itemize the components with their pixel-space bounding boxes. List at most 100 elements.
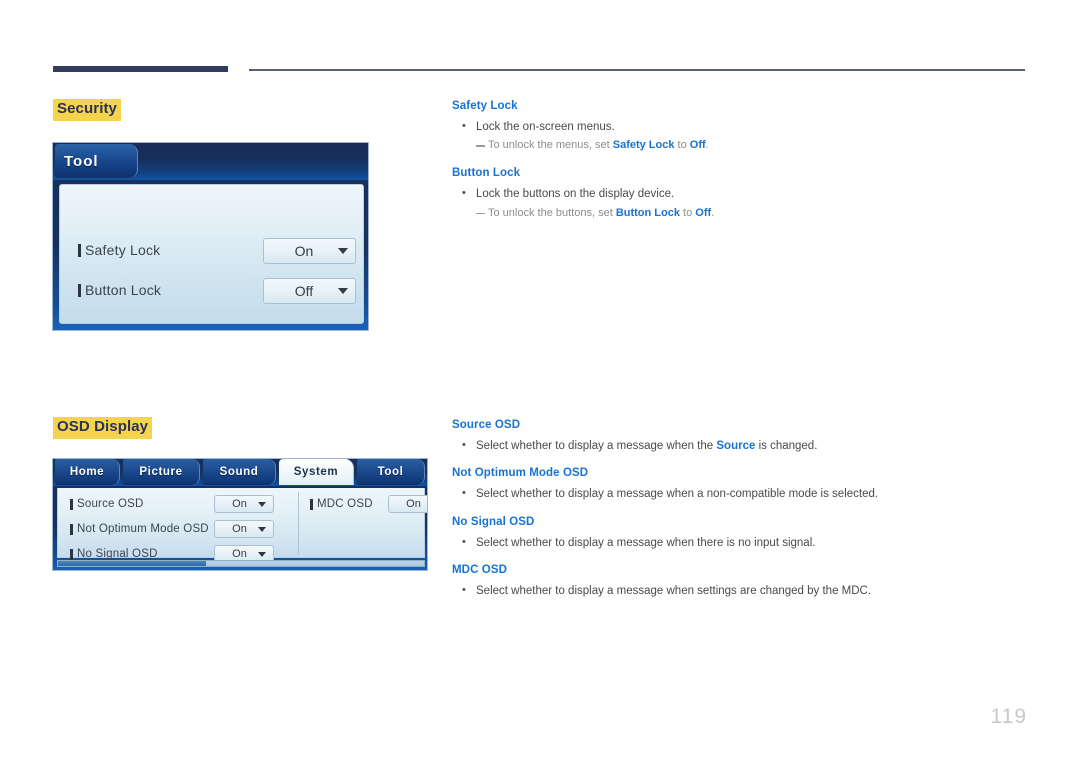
doc-bullet-text: Select whether to display a message when…	[476, 488, 879, 501]
chevron-down-icon	[338, 288, 348, 294]
osd-dropdown-value: On	[232, 498, 247, 510]
doc-note-pre: To unlock the buttons, set	[488, 206, 616, 219]
osd-dropdown-mdc-osd[interactable]: On	[388, 495, 427, 513]
osd-panel-tool-body: Safety Lock On Button Lock Off	[59, 184, 364, 324]
doc-note-post: .	[711, 206, 715, 219]
osd-panel-tool: Tool Safety Lock On Button Lock Off	[52, 142, 369, 331]
doc-note-post: .	[705, 139, 709, 152]
osd-label-text: No Signal OSD	[77, 548, 158, 560]
osd-row-safety-lock: Safety Lock	[78, 242, 160, 258]
doc-term-not-optimum-mode-osd: Not Optimum Mode OSD	[452, 467, 589, 480]
osd-row-no-signal-osd: No Signal OSD	[70, 548, 158, 560]
doc-note-term: Button Lock	[615, 206, 680, 219]
osd-label-text: Safety Lock	[85, 242, 161, 258]
doc-bullet-text: Lock the on-screen menus.	[476, 120, 615, 133]
bullet-tick-icon	[78, 283, 81, 297]
osd-label-not-optimum-mode-osd: Not Optimum Mode OSD	[70, 523, 209, 535]
doc-bullet-pre: Select whether to display a message when…	[476, 439, 717, 452]
doc-note-value: Off	[689, 139, 706, 152]
osd-row-source-osd: Source OSD	[70, 498, 144, 510]
osd-row-not-optimum-mode-osd: Not Optimum Mode OSD	[70, 523, 209, 535]
doc-note-pre: To unlock the menus, set	[488, 139, 613, 152]
osd-label-text: Button Lock	[85, 282, 162, 298]
doc-note-text: To unlock the menus, set Safety Lock to …	[488, 138, 709, 154]
bullet-dot-icon: •	[462, 487, 466, 500]
doc-note-mid: to	[679, 206, 696, 219]
osd-label-mdc-osd: MDC OSD	[310, 498, 373, 510]
em-dash-icon	[476, 145, 485, 147]
doc-note-value: Off	[695, 206, 712, 219]
osd-label-text: Source OSD	[77, 498, 144, 510]
osd-dropdown-value: On	[294, 243, 314, 259]
osd-row-button-lock: Button Lock	[78, 282, 161, 298]
header-rule-thick	[53, 66, 228, 72]
doc-note: To unlock the menus, set Safety Lock to …	[452, 138, 1042, 154]
section-heading-osd-display: OSD Display	[53, 417, 153, 439]
doc-column-security: Safety Lock • Lock the on-screen menus. …	[452, 100, 1042, 225]
osd-dropdown-value: On	[232, 523, 247, 535]
doc-note: To unlock the buttons, set Button Lock t…	[452, 206, 1042, 222]
bullet-dot-icon: •	[462, 187, 466, 200]
doc-note-term: Safety Lock	[612, 139, 675, 152]
doc-bullet-text: Select whether to display a message when…	[476, 585, 872, 598]
page-number: 119	[990, 705, 1027, 728]
horizontal-scrollbar[interactable]	[57, 560, 425, 567]
bullet-tick-icon	[70, 498, 73, 510]
osd-label-text: MDC OSD	[317, 498, 373, 510]
doc-bullet: • Select whether to display a message wh…	[452, 535, 1042, 552]
doc-column-osd-display: Source OSD • Select whether to display a…	[452, 419, 1042, 603]
doc-bullet-text: Select whether to display a message when…	[476, 536, 816, 549]
doc-note-text: To unlock the buttons, set Button Lock t…	[488, 206, 714, 222]
chevron-down-icon	[258, 501, 266, 507]
doc-bullet-text: Select whether to display a message when…	[476, 438, 817, 455]
doc-term-safety-lock: Safety Lock	[452, 100, 518, 112]
bullet-dot-icon: •	[462, 584, 466, 597]
osd-column-divider	[298, 492, 299, 554]
doc-bullet-post: is changed.	[755, 439, 818, 452]
osd-tab-tool[interactable]: Tool	[357, 459, 425, 485]
osd-tab-home[interactable]: Home	[55, 459, 120, 485]
bullet-dot-icon: •	[462, 438, 466, 451]
osd-tab-sound[interactable]: Sound	[203, 459, 276, 485]
doc-bullet: • Select whether to display a message wh…	[452, 583, 1042, 600]
osd-label-source-osd: Source OSD	[70, 498, 144, 510]
osd-label-safety-lock: Safety Lock	[78, 242, 160, 258]
doc-bullet-text: Lock the buttons on the display device.	[476, 188, 675, 201]
osd-dropdown-safety-lock[interactable]: On	[263, 238, 356, 264]
osd-dropdown-value: On	[406, 498, 421, 510]
osd-dropdown-button-lock[interactable]: Off	[263, 278, 356, 304]
doc-bullet: • Lock the on-screen menus.	[452, 119, 1042, 136]
osd-label-text: Not Optimum Mode OSD	[77, 523, 209, 535]
doc-bullet: • Select whether to display a message wh…	[452, 438, 1042, 455]
doc-note-mid: to	[674, 139, 690, 152]
osd-dropdown-not-optimum-mode-osd[interactable]: On	[214, 520, 274, 538]
osd-dropdown-value: On	[232, 548, 247, 560]
doc-bullet: • Select whether to display a message wh…	[452, 486, 1042, 503]
osd-row-mdc-osd: MDC OSD	[310, 498, 373, 510]
osd-tab-system[interactable]: System	[279, 459, 354, 485]
osd-label-no-signal-osd: No Signal OSD	[70, 548, 158, 560]
osd-label-button-lock: Button Lock	[78, 282, 161, 298]
bullet-dot-icon: •	[462, 119, 466, 132]
em-dash-icon	[476, 212, 485, 215]
chevron-down-icon	[338, 248, 348, 254]
osd-dropdown-source-osd[interactable]: On	[214, 495, 274, 513]
doc-term-button-lock: Button Lock	[452, 167, 521, 180]
doc-term-source-osd: Source OSD	[452, 419, 521, 431]
doc-term-mdc-osd: MDC OSD	[452, 564, 508, 577]
doc-bullet-term: Source	[716, 439, 756, 452]
osd-tab-picture[interactable]: Picture	[123, 459, 200, 485]
section-heading-security: Security	[53, 99, 121, 121]
doc-term-no-signal-osd: No Signal OSD	[452, 515, 535, 528]
bullet-tick-icon	[70, 548, 73, 560]
bullet-dot-icon: •	[462, 535, 466, 548]
osd-panel-system: Home Picture Sound System Tool Source OS…	[52, 458, 428, 571]
bullet-tick-icon	[78, 243, 81, 257]
doc-bullet: • Lock the buttons on the display device…	[452, 186, 1042, 203]
osd-tab-tool[interactable]: Tool	[55, 144, 138, 178]
scrollbar-thumb[interactable]	[58, 561, 206, 566]
bullet-tick-icon	[70, 523, 73, 535]
chevron-down-icon	[258, 551, 266, 557]
header-rule-thin	[249, 69, 1025, 71]
osd-panel-system-body: Source OSD On Not Optimum Mode OSD On No…	[57, 488, 427, 563]
